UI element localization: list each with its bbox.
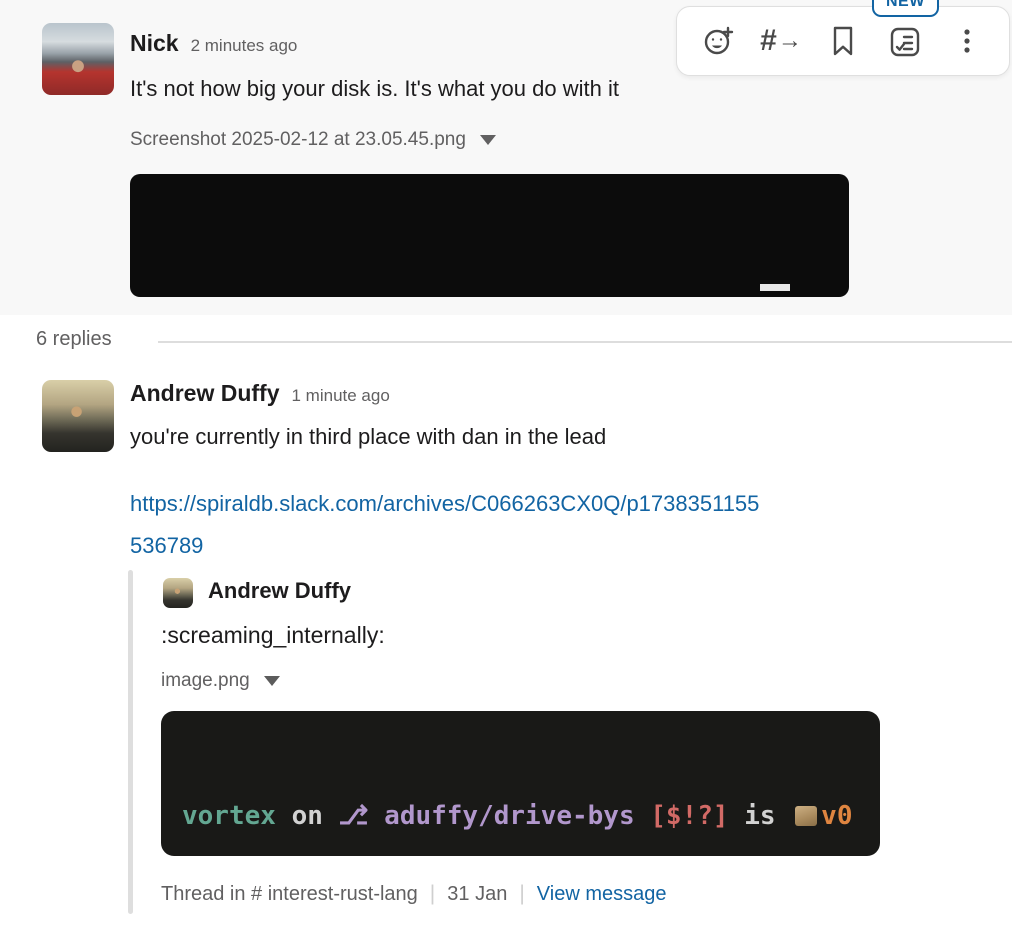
link-line[interactable]: https://spiraldb.slack.com/archives/C066… [130, 483, 1010, 525]
message-timestamp[interactable]: 2 minutes ago [191, 36, 298, 56]
footer-separator: | [429, 882, 436, 905]
replies-count-label: 6 replies [36, 328, 112, 350]
terminal-line: git:(ngates/stats-layout) carg [130, 292, 849, 297]
replies-divider: 6 replies [0, 328, 1012, 360]
share-to-channel-icon[interactable]: # → [760, 21, 802, 61]
new-feature-badge: NEW [872, 0, 939, 17]
file-name[interactable]: image.png [161, 670, 250, 692]
avatar[interactable] [42, 23, 114, 95]
footer-separator: | [519, 882, 525, 905]
message-link[interactable]: https://spiraldb.slack.com/archives/C066… [130, 483, 1010, 567]
checklist-icon[interactable] [885, 21, 925, 61]
view-message-link[interactable]: View message [537, 883, 667, 906]
message-actions-toolbar: # → [676, 6, 1010, 76]
file-name[interactable]: Screenshot 2025-02-12 at 23.05.45.png [130, 129, 466, 151]
terminal-line: vortex on ⎇ aduffy/drive-bys [$!?] is v0 [182, 801, 853, 831]
quoted-message-text: :screaming_internally: [161, 622, 385, 648]
chevron-down-icon[interactable] [479, 135, 496, 145]
divider-line [158, 341, 1012, 343]
message-timestamp[interactable]: 1 minute ago [292, 386, 390, 406]
chevron-down-icon[interactable] [263, 676, 280, 686]
link-line[interactable]: 536789 [130, 525, 1010, 567]
attachment-image-terminal[interactable]: git:(ngates/stats-layout) carg ed 520306… [130, 174, 849, 297]
message-text: It's not how big your disk is. It's what… [130, 76, 619, 101]
avatar[interactable] [163, 578, 193, 608]
add-reaction-icon[interactable] [699, 21, 739, 61]
save-for-later-icon[interactable] [823, 21, 863, 61]
package-emoji [795, 806, 818, 826]
thread-date: 31 Jan [447, 882, 508, 905]
quote-footer: Thread in # interest-rust-lang | 31 Jan … [161, 882, 667, 906]
more-actions-icon[interactable] [947, 21, 987, 61]
message-text: you're currently in third place with dan… [130, 424, 607, 449]
thread-context-label: Thread in # interest-rust-lang [161, 882, 418, 905]
author-name[interactable]: Nick [130, 30, 179, 57]
avatar[interactable] [42, 380, 114, 452]
slack-thread-view: Nick 2 minutes ago It's not how big your… [0, 0, 1012, 940]
quote-border-bar [128, 570, 133, 914]
quoted-author-name[interactable]: Andrew Duffy [208, 578, 351, 604]
attachment-image-terminal[interactable]: vortex on ⎇ aduffy/drive-bys [$!?] is v0… [161, 711, 880, 856]
terminal-cursor [760, 284, 790, 291]
author-name[interactable]: Andrew Duffy [130, 380, 280, 407]
